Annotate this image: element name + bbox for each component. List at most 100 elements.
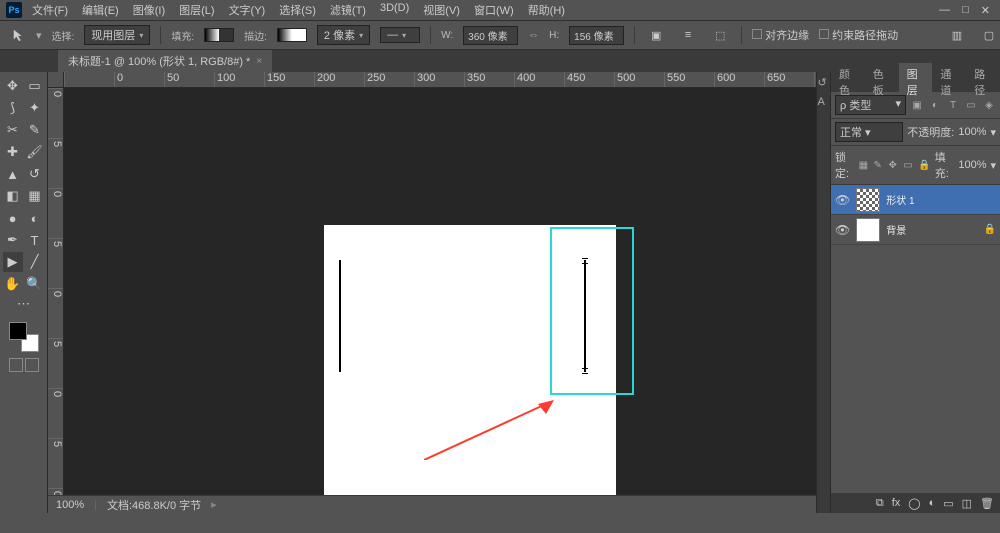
ruler-horizontal[interactable]: 0501001502002503003504004505005506006507… xyxy=(64,72,816,88)
ruler-origin[interactable] xyxy=(48,72,64,88)
hand-tool[interactable]: ✋ xyxy=(3,274,23,294)
stroke-swatch[interactable] xyxy=(277,28,307,42)
marquee-tool[interactable]: ▭ xyxy=(25,76,45,96)
fill-value[interactable]: 100% xyxy=(958,159,986,171)
dodge-tool[interactable]: ◐ xyxy=(25,208,45,228)
filter-text-icon[interactable]: T xyxy=(946,98,960,112)
workspace-menu-icon[interactable]: ▥ xyxy=(946,24,968,46)
menu-select[interactable]: 选择(S) xyxy=(279,2,316,18)
fg-bg-swatch[interactable] xyxy=(9,322,39,352)
zoom-tool[interactable]: 🔍 xyxy=(25,274,45,294)
menu-3d[interactable]: 3D(D) xyxy=(380,2,409,18)
filter-smart-icon[interactable]: ◈ xyxy=(982,98,996,112)
visibility-icon[interactable]: 👁 xyxy=(835,193,850,207)
layer-name[interactable]: 形状 1 xyxy=(886,192,914,207)
arrange-icon[interactable]: ⬚ xyxy=(709,24,731,46)
wand-tool[interactable]: ✦ xyxy=(25,98,45,118)
eraser-tool[interactable]: ◧ xyxy=(3,186,23,206)
fg-color[interactable] xyxy=(9,322,27,340)
window-minimize[interactable]: — xyxy=(939,4,950,17)
history-dock-icon[interactable]: ↺ xyxy=(818,76,830,88)
link-wh-icon[interactable]: ⇔ xyxy=(528,29,539,41)
group-icon[interactable]: ▭ xyxy=(943,497,953,510)
menu-layer[interactable]: 图层(L) xyxy=(179,2,214,18)
lock-pos-icon[interactable]: ✥ xyxy=(888,160,899,171)
select-dropdown[interactable]: 现用图层 xyxy=(84,25,150,45)
close-tab-icon[interactable]: × xyxy=(256,56,262,67)
edit-toolbar[interactable]: ⋯ xyxy=(14,294,34,314)
eyedropper-tool[interactable]: ✎ xyxy=(25,120,45,140)
path-ops-icon[interactable]: ▣ xyxy=(645,24,667,46)
layer-thumb[interactable] xyxy=(856,218,880,242)
menu-window[interactable]: 窗口(W) xyxy=(474,2,514,18)
menu-help[interactable]: 帮助(H) xyxy=(528,2,565,18)
lock-all-icon[interactable]: 🔒 xyxy=(918,160,930,171)
doc-size-readout[interactable]: 文档:468.8K/0 字节 xyxy=(107,497,201,513)
menu-edit[interactable]: 编辑(E) xyxy=(82,2,119,18)
menu-filter[interactable]: 滤镜(T) xyxy=(330,2,366,18)
lock-artboard-icon[interactable]: ▭ xyxy=(903,160,914,171)
menu-image[interactable]: 图像(I) xyxy=(133,2,165,18)
filter-image-icon[interactable]: ▣ xyxy=(910,98,924,112)
menu-view[interactable]: 视图(V) xyxy=(423,2,460,18)
char-dock-icon[interactable]: A xyxy=(818,96,830,108)
history-brush-tool[interactable]: ↺ xyxy=(25,164,45,184)
layer-name[interactable]: 背景 xyxy=(886,222,906,237)
layer-thumb[interactable] xyxy=(856,188,880,212)
path-selection-tool[interactable]: ▶ xyxy=(3,252,23,272)
brush-tool[interactable]: 🖌 xyxy=(25,142,45,162)
width-input[interactable]: 360 像素 xyxy=(463,26,518,45)
filter-adj-icon[interactable]: ◐ xyxy=(928,98,942,112)
shape-line-1[interactable] xyxy=(339,260,341,372)
blur-tool[interactable]: ● xyxy=(3,208,23,228)
opacity-value[interactable]: 100% xyxy=(958,126,986,138)
constrain-path-check[interactable]: 约束路径拖动 xyxy=(819,27,898,43)
lock-paint-icon[interactable]: ✎ xyxy=(874,160,885,171)
align-edges-check[interactable]: 对齐边缘 xyxy=(752,27,809,43)
canvas[interactable] xyxy=(324,225,616,513)
layer-row[interactable]: 👁背景🔒 xyxy=(831,215,1000,245)
app-logo: Ps xyxy=(6,2,22,18)
new-layer-icon[interactable]: ◫ xyxy=(962,497,972,510)
layer-filter-type[interactable]: ρ 类型▾ xyxy=(835,95,906,115)
toolbox: ✥ ▭ ⟆ ✦ ✂ ✎ ✚ 🖌 ▲ ↺ ◧ ▦ ● ◐ ✒ T ▶ ╱ ✋ 🔍 … xyxy=(0,72,48,513)
adjustment-icon[interactable]: ◐ xyxy=(929,497,936,509)
menu-file[interactable]: 文件(F) xyxy=(32,2,68,18)
status-bar: 100% | 文档:468.8K/0 字节 ▸ xyxy=(48,495,816,513)
screen-mode-icon[interactable]: ▢ xyxy=(978,24,1000,46)
blend-mode-dropdown[interactable]: 正常 ▾ xyxy=(835,122,903,142)
document-title: 未标题-1 @ 100% (形状 1, RGB/8#) * xyxy=(68,53,250,69)
stroke-style-dropdown[interactable]: — xyxy=(380,27,420,43)
zoom-readout[interactable]: 100% xyxy=(56,499,84,511)
lasso-tool[interactable]: ⟆ xyxy=(3,98,23,118)
document-tab[interactable]: 未标题-1 @ 100% (形状 1, RGB/8#) * × xyxy=(58,50,272,72)
visibility-icon[interactable]: 👁 xyxy=(835,223,850,237)
delete-icon[interactable]: 🗑 xyxy=(980,497,994,510)
align-icon[interactable]: ≡ xyxy=(677,24,699,46)
window-close[interactable]: ✕ xyxy=(981,4,990,17)
fx-icon[interactable]: fx xyxy=(892,497,901,509)
crop-tool[interactable]: ✂ xyxy=(3,120,23,140)
stamp-tool[interactable]: ▲ xyxy=(3,164,23,184)
ruler-vertical[interactable]: 050505050 xyxy=(48,88,64,513)
window-maximize[interactable]: □ xyxy=(962,4,969,17)
move-tool[interactable]: ✥ xyxy=(3,76,23,96)
fill-swatch[interactable] xyxy=(204,28,234,42)
path-selection-icon[interactable] xyxy=(12,28,26,42)
filter-shape-icon[interactable]: ▭ xyxy=(964,98,978,112)
pen-tool[interactable]: ✒ xyxy=(3,230,23,250)
heal-tool[interactable]: ✚ xyxy=(3,142,23,162)
quick-mask[interactable] xyxy=(9,358,39,372)
stroke-width-dropdown[interactable]: 2 像素 xyxy=(317,25,370,45)
link-layers-icon[interactable]: ⧉ xyxy=(876,497,884,510)
mask-icon[interactable]: ◯ xyxy=(908,497,920,510)
gradient-tool[interactable]: ▦ xyxy=(25,186,45,206)
type-tool[interactable]: T xyxy=(25,230,45,250)
height-input[interactable]: 156 像素 xyxy=(569,26,624,45)
lock-trans-icon[interactable]: ▦ xyxy=(859,160,870,171)
w-label: W: xyxy=(441,30,453,41)
line-tool[interactable]: ╱ xyxy=(25,252,45,272)
menu-text[interactable]: 文字(Y) xyxy=(229,2,266,18)
layer-row[interactable]: 👁 形状 1 xyxy=(831,185,1000,215)
lock-label: 锁定: xyxy=(835,149,855,181)
